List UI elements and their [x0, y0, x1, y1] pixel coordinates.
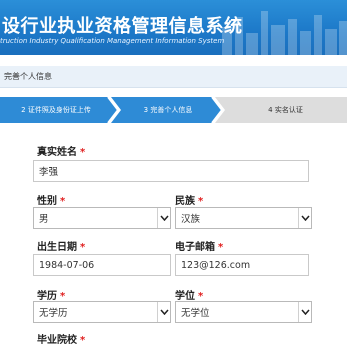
degree-value: 无学位	[181, 308, 210, 319]
chevron-down-icon[interactable]	[157, 302, 170, 322]
required-mark: *	[198, 196, 204, 207]
breadcrumb: 完善个人信息	[0, 66, 347, 88]
required-mark: *	[80, 335, 86, 346]
gender-label: 性别 *	[37, 196, 66, 207]
step-2-id-upload: 2 证件照及身份证上传	[21, 106, 91, 114]
required-mark: *	[218, 242, 224, 253]
email-label: 电子邮箱 *	[175, 242, 224, 253]
chevron-down-icon[interactable]	[157, 208, 170, 228]
school-label: 毕业院校 *	[37, 335, 86, 346]
birth-date-input[interactable]: 1984-07-06	[33, 254, 171, 276]
real-name-input[interactable]: 李强	[33, 160, 309, 182]
step-4-real-name-auth: 4 实名认证	[268, 106, 303, 114]
system-title: 设行业执业资格管理信息系统	[2, 16, 243, 37]
ethnicity-label: 民族 *	[175, 196, 204, 207]
step-3-personal-info: 3 完善个人信息	[143, 106, 193, 114]
education-value: 无学历	[39, 308, 68, 319]
birth-date-label: 出生日期 *	[37, 242, 86, 253]
real-name-label: 真实姓名 *	[37, 147, 86, 158]
education-select[interactable]: 无学历	[33, 301, 171, 323]
gender-value: 男	[39, 214, 49, 225]
chevron-down-icon[interactable]	[298, 302, 311, 322]
app-header: 设行业执业资格管理信息系统 truction Industry Qualific…	[0, 0, 347, 55]
degree-label: 学位 *	[175, 291, 204, 302]
gender-select[interactable]: 男	[33, 207, 171, 229]
step-progress-bar: 2 证件照及身份证上传 3 完善个人信息 4 实名认证	[0, 97, 347, 123]
chevron-down-icon[interactable]	[298, 208, 311, 228]
required-mark: *	[80, 242, 86, 253]
email-input[interactable]: 123@126.com	[175, 254, 309, 276]
education-label: 学历 *	[37, 291, 66, 302]
breadcrumb-current: 完善个人信息	[4, 72, 52, 81]
required-mark: *	[80, 147, 86, 158]
degree-select[interactable]: 无学位	[175, 301, 312, 323]
ethnicity-select[interactable]: 汉族	[175, 207, 312, 229]
system-subtitle: truction Industry Qualification Manageme…	[0, 37, 225, 45]
ethnicity-value: 汉族	[181, 214, 201, 225]
required-mark: *	[60, 196, 66, 207]
